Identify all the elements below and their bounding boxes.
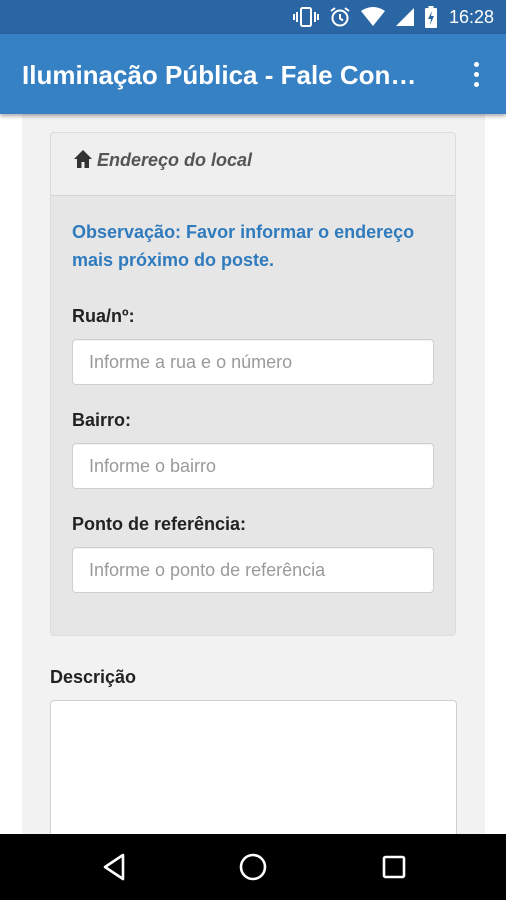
neighborhood-input[interactable]: [72, 443, 434, 489]
home-icon: [73, 149, 93, 174]
description-label: Descrição: [50, 667, 137, 687]
neighborhood-label: Bairro:: [72, 410, 132, 430]
back-icon[interactable]: [98, 851, 130, 883]
street-label: Rua/nº:: [72, 306, 135, 326]
status-icons: [292, 6, 437, 28]
battery-charging-icon: [424, 6, 437, 28]
reference-label: Ponto de referência:: [72, 514, 247, 534]
home-circle-icon[interactable]: [237, 851, 269, 883]
app-bar: Iluminação Pública - Fale Conosco: [0, 34, 506, 114]
street-input[interactable]: [72, 339, 434, 385]
recents-icon[interactable]: [378, 851, 410, 883]
status-bar: 16:28: [0, 0, 506, 34]
vibrate-icon: [292, 7, 319, 27]
panel-title: Endereço do local: [97, 150, 253, 170]
wifi-icon: [360, 7, 385, 27]
description-textarea[interactable]: [50, 700, 457, 834]
address-panel: Endereço do local Observação: Favor info…: [50, 132, 456, 636]
alarm-icon: [329, 6, 351, 28]
form-container: Endereço do local Observação: Favor info…: [22, 114, 485, 834]
more-vert-icon[interactable]: [462, 56, 490, 92]
observation-text: Observação: Favor informar o endereço ma…: [72, 222, 415, 270]
app-title: Iluminação Pública - Fale Conosco: [22, 60, 432, 90]
signal-icon: [395, 7, 415, 27]
content-area[interactable]: Endereço do local Observação: Favor info…: [0, 114, 506, 834]
panel-heading: Endereço do local: [51, 133, 455, 196]
reference-input[interactable]: [72, 547, 434, 593]
status-time: 16:28: [448, 6, 494, 27]
navigation-bar: [0, 834, 506, 900]
